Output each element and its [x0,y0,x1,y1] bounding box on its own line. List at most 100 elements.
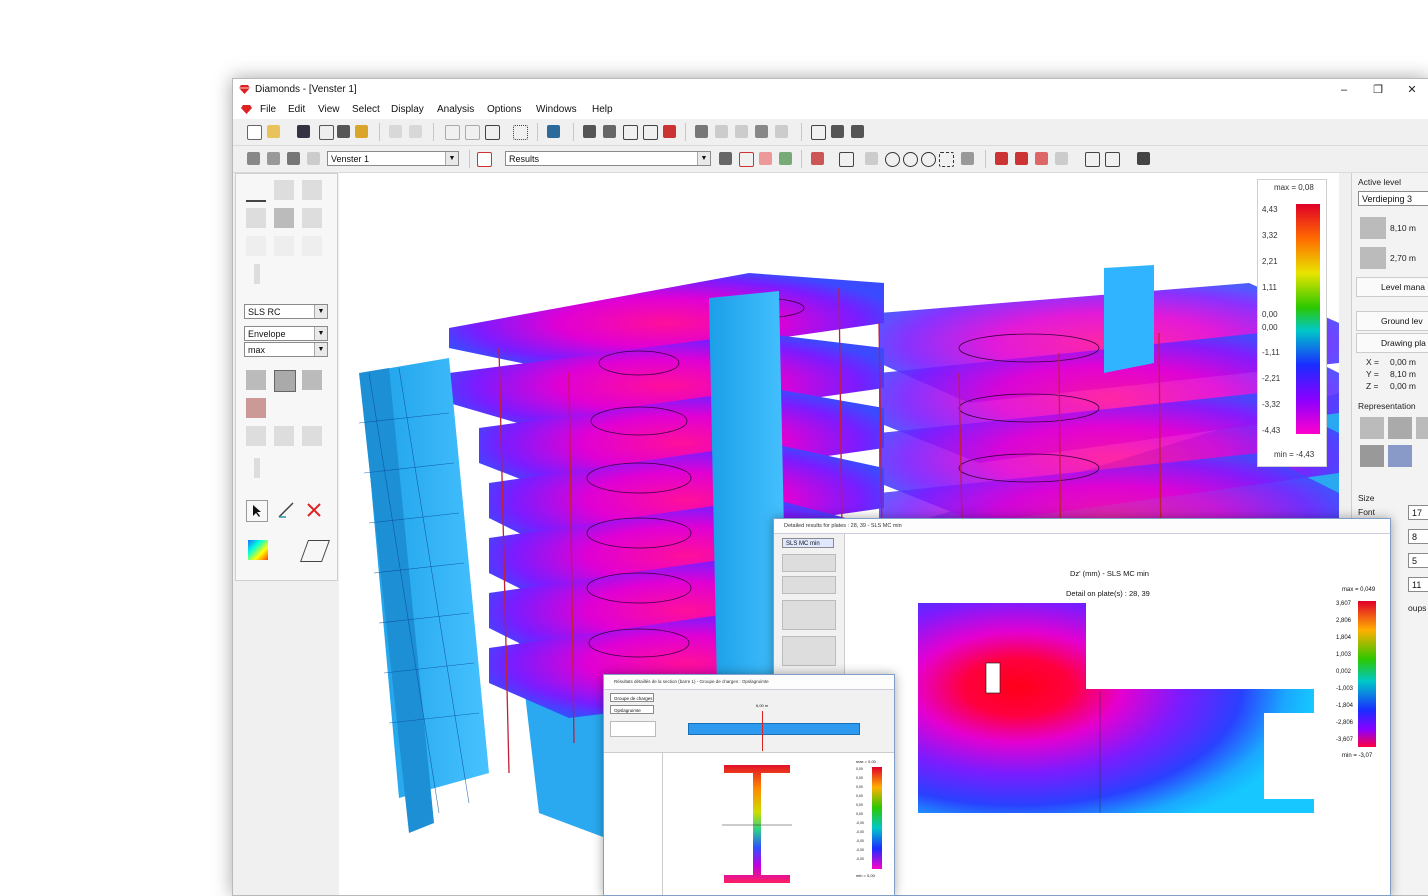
plate-tool-icon[interactable] [274,180,294,200]
section-y-icon[interactable] [274,426,294,446]
menu-edit[interactable]: Edit [288,101,305,119]
diamonds-menu-icon[interactable] [241,104,252,115]
section-case-select[interactable]: Opslagruimte [610,705,654,714]
chart-icon[interactable] [779,152,792,165]
plate-view-icon[interactable] [782,600,836,630]
view-3d-icon[interactable] [247,152,260,165]
size-input[interactable]: 11 [1408,577,1428,592]
shear-icon[interactable] [302,370,322,390]
solid-icon[interactable] [1388,417,1412,439]
section-z-icon[interactable] [302,426,322,446]
pan-hand-icon[interactable] [865,152,878,165]
save-icon[interactable] [297,125,310,138]
select-pointer-icon[interactable] [246,500,268,522]
ground-level-button[interactable]: Ground lev [1356,311,1428,331]
export-icon[interactable] [355,125,368,138]
measure-icon[interactable] [961,152,974,165]
grid-icon[interactable] [445,125,460,140]
calculator-icon[interactable] [603,125,616,138]
maximize-button[interactable]: ❐ [1361,79,1395,101]
redo-icon[interactable] [409,125,422,138]
minimize-button[interactable]: – [1327,79,1361,101]
deformation-icon[interactable] [246,370,266,390]
layer-icon[interactable] [715,125,728,138]
clock-icon[interactable] [735,125,748,138]
menu-display[interactable]: Display [391,101,424,119]
zoom-extents-icon[interactable] [939,152,954,167]
axis-icon[interactable] [839,152,854,167]
align-left-icon[interactable] [811,125,826,140]
red-filter-3-icon[interactable] [1035,152,1048,165]
menu-options[interactable]: Options [487,101,521,119]
menu-help[interactable]: Help [592,101,613,119]
support-tool-icon[interactable] [246,208,266,228]
zoom-out-icon[interactable] [885,152,900,167]
sls-rc-select[interactable]: SLS RC ▼ [244,304,328,319]
dots-grid-icon[interactable] [513,125,528,140]
report-icon[interactable] [1137,152,1150,165]
align-center-icon[interactable] [831,125,844,138]
new-file-icon[interactable] [247,125,262,140]
view-2d-icon[interactable] [267,152,280,165]
plate-view-icon[interactable] [782,554,836,572]
views-icon[interactable] [287,152,300,165]
window-icon[interactable] [1085,152,1100,167]
menu-select[interactable]: Select [352,101,380,119]
close-button[interactable]: ✕ [1395,79,1428,101]
delete-icon[interactable] [304,500,324,520]
fire-icon[interactable] [663,125,676,138]
undo-icon[interactable] [389,125,402,138]
view-fit-icon[interactable] [307,152,320,165]
menu-file[interactable]: File [260,101,276,119]
ts-icon[interactable] [547,125,560,138]
font-size-input[interactable]: 17 [1408,505,1428,520]
grid-2-icon[interactable] [465,125,480,140]
fn-icon[interactable] [739,152,754,167]
plate-view-icon[interactable] [782,576,836,594]
load-icon[interactable] [759,152,772,165]
reinforcement-icon[interactable] [246,398,266,418]
size-input[interactable]: 5 [1408,553,1428,568]
moment-icon[interactable] [274,370,296,392]
print-icon[interactable] [337,125,350,138]
menu-analysis[interactable]: Analysis [437,101,474,119]
red-filter-2-icon[interactable] [1015,152,1028,165]
red-filter-icon[interactable] [995,152,1008,165]
size-input[interactable]: 8 [1408,529,1428,544]
slab-tool-icon[interactable] [302,180,322,200]
table-icon[interactable] [583,125,596,138]
plate-view-icon[interactable] [782,636,836,666]
render-icon[interactable] [1416,417,1428,439]
hide-icon[interactable] [1055,152,1068,165]
opening-tool-icon[interactable] [302,208,322,228]
print-preview-icon[interactable] [319,125,334,140]
zoom-window-icon[interactable] [921,152,936,167]
max-select[interactable]: max ▼ [244,342,328,357]
shaded-icon[interactable] [1360,445,1384,467]
plate-combo-select[interactable]: SLS MC min [782,538,834,548]
reaction-icon[interactable] [811,152,824,165]
section-group-select[interactable]: Groupe de charges [610,693,654,702]
wall-tool-icon[interactable] [274,208,294,228]
analysis-icon[interactable] [775,125,788,138]
settings-icon[interactable] [695,125,708,138]
active-level-select[interactable]: Verdieping 3 [1358,191,1428,206]
level-manager-button[interactable]: Level mana [1356,277,1428,297]
window-2-icon[interactable] [1105,152,1120,167]
section-x-icon[interactable] [246,426,266,446]
text-icon[interactable] [477,152,492,167]
wireframe-icon[interactable] [1360,417,1384,439]
drawing-plane-button[interactable]: Drawing pla [1356,333,1428,353]
structure-icon[interactable] [719,152,732,165]
contour-icon[interactable] [248,540,268,560]
open-folder-icon[interactable] [267,125,280,138]
transparent-icon[interactable] [1388,445,1412,467]
play-icon[interactable] [851,125,864,138]
dimension-icon[interactable] [276,500,296,520]
zoom-in-icon[interactable] [903,152,918,167]
menu-windows[interactable]: Windows [536,101,577,119]
beam-icon[interactable] [623,125,638,140]
plane-icon[interactable] [299,540,331,562]
column-icon[interactable] [643,125,658,140]
refresh-icon[interactable] [755,125,768,138]
